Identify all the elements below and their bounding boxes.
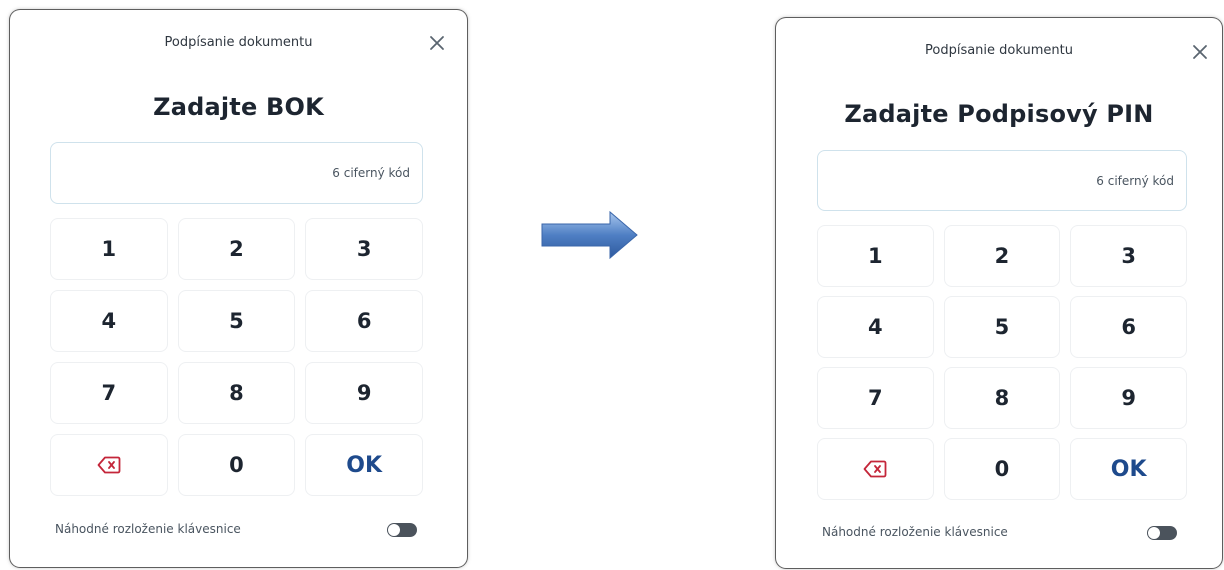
key-6[interactable]: 6: [1070, 296, 1187, 358]
code-input[interactable]: [50, 142, 423, 204]
ok-button[interactable]: OK: [1070, 438, 1187, 500]
backspace-button[interactable]: [817, 438, 934, 500]
page-heading: Zadajte Podpisový PIN: [844, 100, 1154, 128]
backspace-button[interactable]: [50, 434, 168, 496]
key-3[interactable]: 3: [1070, 225, 1187, 287]
random-layout-toggle[interactable]: [1147, 526, 1177, 540]
backspace-icon: [863, 460, 887, 478]
code-input[interactable]: [817, 150, 1187, 211]
toggle-knob: [1148, 527, 1160, 539]
key-1[interactable]: 1: [817, 225, 934, 287]
key-3[interactable]: 3: [305, 218, 423, 280]
key-7[interactable]: 7: [817, 367, 934, 429]
keypad: 1 2 3 4 5 6 7 8 9 0 OK: [50, 218, 423, 496]
key-1[interactable]: 1: [50, 218, 168, 280]
random-layout-label: Náhodné rozloženie klávesnice: [55, 522, 241, 536]
key-8[interactable]: 8: [943, 367, 1061, 429]
key-0[interactable]: 0: [177, 434, 296, 496]
close-icon[interactable]: [427, 33, 447, 53]
key-4[interactable]: 4: [817, 296, 934, 358]
sign-dialog-bok: Podpísanie dokumentu Zadajte BOK 1 2 3 4…: [10, 10, 467, 567]
key-9[interactable]: 9: [305, 362, 423, 424]
key-4[interactable]: 4: [50, 290, 168, 352]
right-arrow-icon: [540, 208, 640, 268]
key-6[interactable]: 6: [305, 290, 423, 352]
key-7[interactable]: 7: [50, 362, 168, 424]
key-5[interactable]: 5: [177, 290, 296, 352]
random-layout-toggle[interactable]: [387, 523, 417, 537]
random-layout-label: Náhodné rozloženie klávesnice: [822, 525, 1008, 539]
key-9[interactable]: 9: [1070, 367, 1187, 429]
keypad: 1 2 3 4 5 6 7 8 9 0 OK: [817, 225, 1187, 500]
key-0[interactable]: 0: [943, 438, 1061, 500]
ok-button[interactable]: OK: [305, 434, 423, 496]
key-2[interactable]: 2: [177, 218, 296, 280]
key-8[interactable]: 8: [177, 362, 296, 424]
sign-dialog-pin: Podpísanie dokumentu Zadajte Podpisový P…: [776, 18, 1222, 568]
key-2[interactable]: 2: [943, 225, 1061, 287]
toggle-knob: [388, 524, 400, 536]
page-heading: Zadajte BOK: [153, 93, 324, 121]
dialog-title: Podpísanie dokumentu: [925, 43, 1073, 58]
backspace-icon: [97, 456, 121, 474]
key-5[interactable]: 5: [943, 296, 1061, 358]
close-icon[interactable]: [1190, 42, 1210, 62]
dialog-title: Podpísanie dokumentu: [164, 35, 313, 50]
